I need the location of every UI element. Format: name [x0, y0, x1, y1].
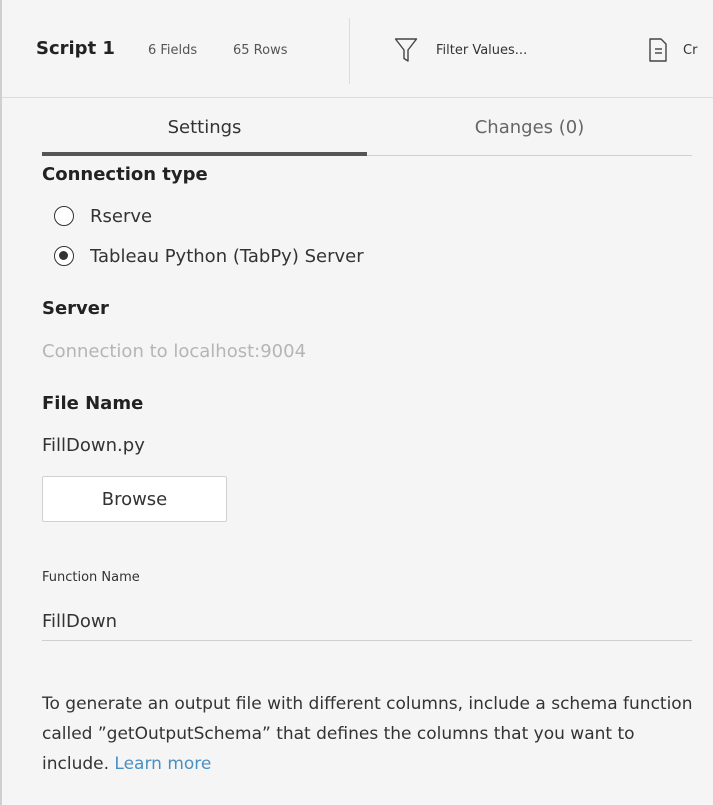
step-name: Script 1 [36, 38, 115, 59]
settings-tabs: Settings Changes (0) [42, 108, 692, 156]
filter-values-button[interactable]: Filter Values... [394, 30, 527, 70]
fields-count: 6 Fields [148, 43, 198, 58]
server-connection-value: Connection to localhost:9004 [42, 341, 307, 362]
tab-changes[interactable]: Changes (0) [367, 108, 692, 155]
radio-tabpy-server[interactable]: Tableau Python (TabPy) Server [54, 243, 364, 269]
radio-tabpy-control[interactable] [54, 246, 74, 266]
function-name-input[interactable] [42, 603, 692, 641]
file-name-heading: File Name [42, 393, 144, 414]
radio-rserve-control[interactable] [54, 206, 74, 226]
radio-rserve[interactable]: Rserve [54, 203, 152, 229]
create-calculated-field-button[interactable]: Cr [647, 30, 697, 70]
active-tab-indicator [42, 152, 367, 156]
toolbar-divider [349, 18, 350, 84]
function-name-label: Function Name [42, 570, 140, 585]
create-calculated-field-label: Cr [683, 42, 698, 58]
calculated-field-icon [647, 36, 669, 64]
step-toolbar: Script 1 6 Fields 65 Rows Filter Values.… [2, 0, 713, 98]
file-name-value: FillDown.py [42, 435, 145, 456]
browse-button[interactable]: Browse [42, 476, 227, 522]
filter-icon [394, 36, 418, 64]
connection-type-heading: Connection type [42, 164, 208, 185]
script-settings-panel: Script 1 6 Fields 65 Rows Filter Values.… [0, 0, 713, 805]
learn-more-link[interactable]: Learn more [114, 754, 211, 774]
server-heading: Server [42, 298, 109, 319]
radio-rserve-label: Rserve [90, 205, 153, 227]
tab-settings[interactable]: Settings [42, 108, 367, 155]
schema-help-text: To generate an output file with differen… [42, 689, 704, 779]
rows-count: 65 Rows [233, 43, 288, 58]
radio-tabpy-label: Tableau Python (TabPy) Server [90, 245, 364, 267]
filter-values-label: Filter Values... [436, 42, 528, 58]
